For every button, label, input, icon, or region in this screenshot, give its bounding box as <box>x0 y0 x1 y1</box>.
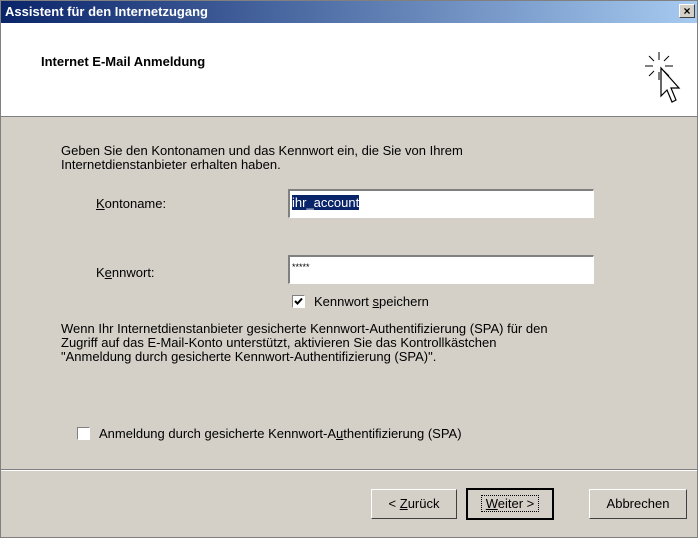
next-label-rest: eiter > <box>497 496 535 511</box>
spa-option[interactable]: Anmeldung durch gesicherte Kennwort-Auth… <box>77 426 462 441</box>
back-label-rest: urück <box>407 496 440 511</box>
next-label-accel: W <box>485 496 498 511</box>
account-label-rest: ontoname: <box>104 196 167 211</box>
spa-label: Anmeldung durch gesicherte Kennwort-Auth… <box>99 426 462 441</box>
cancel-label: Abbrechen <box>606 496 670 511</box>
wizard-window: Assistent für den Internetzugang × Inter… <box>0 0 698 538</box>
cancel-button[interactable]: Abbrechen <box>589 489 687 519</box>
spa-label-rest: thentifizierung (SPA) <box>343 426 462 441</box>
close-button[interactable]: × <box>679 4 695 18</box>
wizard-header: Internet E-Mail Anmeldung <box>1 23 697 117</box>
account-name-field[interactable]: ihr_account <box>288 189 594 218</box>
password-label-accel: e <box>104 265 112 280</box>
footer-separator <box>1 469 697 471</box>
wizard-sparkle-cursor-icon <box>645 52 681 103</box>
back-label-accel: Z <box>399 496 408 511</box>
password-label-pre: K <box>96 265 105 280</box>
save-password-label: Kennwort speichern <box>314 294 429 309</box>
checkmark-icon <box>294 297 303 305</box>
password-label-rest: nnwort: <box>111 265 155 280</box>
save-password-label-pre: Kennwort <box>314 294 373 309</box>
close-icon: × <box>683 4 691 18</box>
back-button[interactable]: < Zurück <box>371 489 457 519</box>
save-password-label-rest: peichern <box>379 294 429 309</box>
account-label-accel: K <box>96 196 105 211</box>
title-bar[interactable]: Assistent für den Internetzugang × <box>1 1 697 23</box>
intro-text: Geben Sie den Kontonamen und das Kennwor… <box>61 144 463 172</box>
password-field[interactable]: ***** <box>288 255 594 284</box>
spa-info-text: Wenn Ihr Internetdienstanbieter gesicher… <box>61 322 548 364</box>
next-label: Weiter > <box>480 495 540 512</box>
intro-line-1: Geben Sie den Kontonamen und das Kennwor… <box>61 143 463 158</box>
next-button[interactable]: Weiter > <box>466 488 554 520</box>
page-title: Internet E-Mail Anmeldung <box>41 54 206 69</box>
window-title: Assistent für den Internetzugang <box>5 4 208 19</box>
spa-checkbox[interactable] <box>77 427 90 440</box>
save-password-option[interactable]: Kennwort speichern <box>292 294 429 309</box>
back-label-pre: < <box>388 496 400 511</box>
spa-label-pre: Anmeldung durch gesicherte Kennwort-A <box>99 426 337 441</box>
account-name-value: ihr_account <box>292 195 360 210</box>
password-value: ***** <box>292 262 310 272</box>
intro-line-2: Internetdienstanbieter erhalten haben. <box>61 157 281 172</box>
save-password-checkbox[interactable] <box>292 295 305 308</box>
spa-info-line-3: "Anmeldung durch gesicherte Kennwort-Aut… <box>61 349 437 364</box>
spa-info-line-1: Wenn Ihr Internetdienstanbieter gesicher… <box>61 321 548 336</box>
account-label: Kontoname: <box>96 196 166 211</box>
spa-info-line-2: Zugriff auf das E-Mail-Konto unterstützt… <box>61 335 497 350</box>
password-label: Kennwort: <box>96 265 155 280</box>
